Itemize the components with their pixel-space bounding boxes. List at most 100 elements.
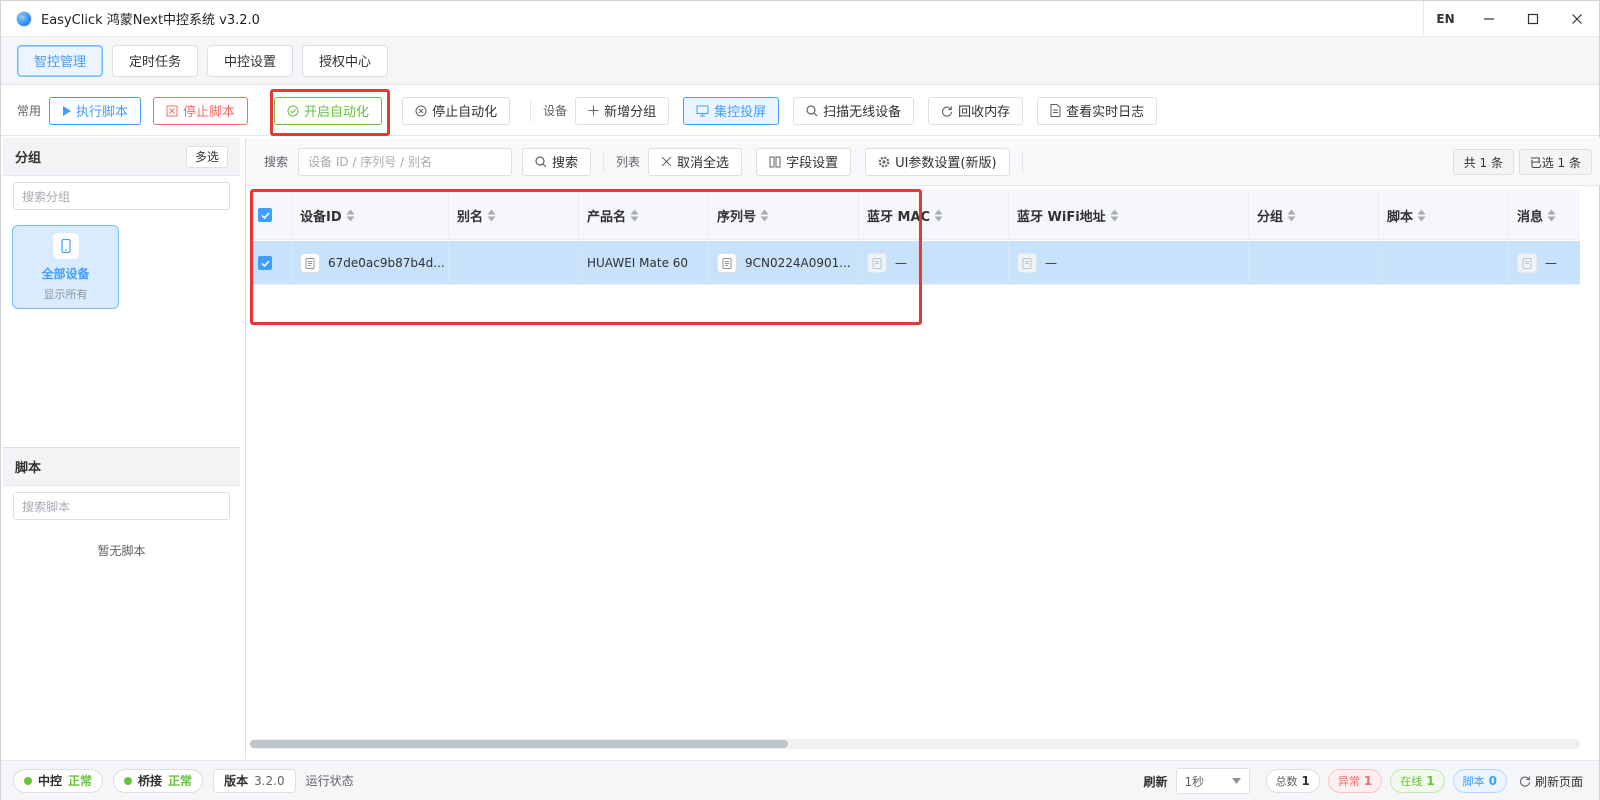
bridge-status-label: 桥接 xyxy=(138,774,163,788)
close-circle-icon xyxy=(415,105,427,116)
group-panel: 分组 多选 搜索分组 全部设备 显示所有 xyxy=(3,138,240,448)
group-panel-title: 分组 xyxy=(15,151,42,166)
column-bluetooth-mac[interactable]: 蓝牙 MAC xyxy=(859,190,1009,240)
online-stat-pill: 在线 1 xyxy=(1390,769,1445,793)
search-button[interactable]: 搜索 xyxy=(522,147,592,176)
minimize-button[interactable] xyxy=(1467,1,1511,37)
close-button[interactable] xyxy=(1555,1,1599,37)
cell-group xyxy=(1249,241,1379,285)
maximize-button[interactable] xyxy=(1511,1,1555,37)
column-serial-number[interactable]: 序列号 xyxy=(709,190,859,240)
column-group[interactable]: 分组 xyxy=(1249,190,1379,240)
run-script-button[interactable]: 执行脚本 xyxy=(49,96,142,125)
scan-wireless-button[interactable]: 扫描无线设备 xyxy=(793,96,915,125)
bridge-status-value: 正常 xyxy=(168,774,193,788)
chevron-down-icon xyxy=(1231,778,1241,784)
language-toggle[interactable]: EN xyxy=(1423,1,1467,37)
total-count-badge: 共 1 条 xyxy=(1452,149,1514,175)
column-bluetooth-wifi[interactable]: 蓝牙 WiFi地址 xyxy=(1009,190,1249,240)
copy-icon[interactable] xyxy=(1517,253,1537,273)
ui-params-button[interactable]: UI参数设置(新版) xyxy=(865,147,1010,176)
bridge-status-pill: 桥接 正常 xyxy=(113,768,204,793)
scrollbar-thumb[interactable] xyxy=(250,740,788,748)
sort-icon xyxy=(1110,209,1119,221)
cell-bluetooth-mac: — xyxy=(859,241,1009,285)
group-screencast-button[interactable]: 集控投屏 xyxy=(683,96,780,125)
column-product-name[interactable]: 产品名 xyxy=(579,190,709,240)
script-panel: 脚本 搜索脚本 暂无脚本 xyxy=(3,448,240,759)
run-script-label: 执行脚本 xyxy=(76,105,129,120)
device-search-input[interactable]: 设备 ID / 序列号 / 别名 xyxy=(298,147,513,176)
group-card-subtitle: 显示所有 xyxy=(43,287,88,301)
column-device-id[interactable]: 设备ID xyxy=(292,190,449,240)
status-right: 刷新 1秒 总数 1 异常 1 在线 1 脚本 0 刷新页面 xyxy=(1144,761,1583,800)
refresh-interval-value: 1秒 xyxy=(1184,774,1205,789)
refresh-page-button[interactable]: 刷新页面 xyxy=(1519,773,1583,790)
add-group-label: 新增分组 xyxy=(604,105,657,120)
tab-smart-control[interactable]: 智控管理 xyxy=(17,44,104,77)
stop-script-button[interactable]: 停止脚本 xyxy=(153,96,249,125)
sort-icon xyxy=(934,209,943,221)
copy-icon[interactable] xyxy=(867,253,887,273)
column-label: 蓝牙 WiFi地址 xyxy=(1017,209,1106,225)
refresh-page-label: 刷新页面 xyxy=(1534,774,1583,789)
ui-params-label: UI参数设置(新版) xyxy=(895,156,997,171)
deselect-all-label: 取消全选 xyxy=(677,156,730,171)
select-all-checkbox[interactable] xyxy=(258,208,272,222)
view-logs-label: 查看实时日志 xyxy=(1066,105,1145,120)
cell-script xyxy=(1379,241,1509,285)
monitor-icon xyxy=(696,105,709,116)
stop-automation-button[interactable]: 停止自动化 xyxy=(402,96,511,125)
selected-count-badge: 已选 1 条 xyxy=(1518,149,1592,175)
script-panel-header: 脚本 xyxy=(3,448,240,486)
stop-square-icon xyxy=(166,105,178,116)
check-icon xyxy=(260,259,270,267)
gear-icon xyxy=(878,156,890,167)
column-label: 产品名 xyxy=(587,209,627,225)
copy-icon[interactable] xyxy=(717,253,737,273)
app-window: EasyClick 鸿蒙Next中控系统 v3.2.0 EN 智控管理 定时任务… xyxy=(0,0,1600,800)
minimize-icon xyxy=(1484,18,1494,20)
refresh-interval-select[interactable]: 1秒 xyxy=(1175,768,1250,794)
message-value: — xyxy=(1545,256,1557,270)
bluetooth-mac-value: — xyxy=(895,256,907,270)
filter-divider-2 xyxy=(1021,150,1023,173)
play-icon xyxy=(63,105,72,116)
tab-scheduled-tasks[interactable]: 定时任务 xyxy=(112,44,199,77)
sidebar: 分组 多选 搜索分组 全部设备 显示所有 脚本 搜索脚本 暂无脚本 xyxy=(3,138,240,759)
field-settings-button[interactable]: 字段设置 xyxy=(756,147,852,176)
tab-control-settings[interactable]: 中控设置 xyxy=(207,44,294,77)
sort-icon xyxy=(1287,209,1296,221)
search-label: 搜索 xyxy=(264,155,289,169)
reclaim-memory-button[interactable]: 回收内存 xyxy=(928,96,1024,125)
total-stat-value: 1 xyxy=(1301,774,1310,788)
product-value: HUAWEI Mate 60 xyxy=(587,256,689,270)
phone-icon xyxy=(52,232,79,259)
column-alias[interactable]: 别名 xyxy=(449,190,579,240)
copy-icon[interactable] xyxy=(1017,253,1037,273)
table-row[interactable]: 67de0ac9b87b4d... HUAWEI Mate 60 9CN0224… xyxy=(250,241,1580,285)
column-script[interactable]: 脚本 xyxy=(1379,190,1509,240)
sort-icon xyxy=(1417,209,1426,221)
column-label: 设备ID xyxy=(300,209,342,225)
group-search-input[interactable]: 搜索分组 xyxy=(13,182,230,210)
row-checkbox[interactable] xyxy=(258,256,272,270)
close-icon xyxy=(1572,14,1582,24)
add-group-button[interactable]: 新增分组 xyxy=(575,96,670,125)
column-label: 脚本 xyxy=(1387,209,1414,225)
view-logs-button[interactable]: 查看实时日志 xyxy=(1037,96,1158,125)
app-logo-icon xyxy=(17,11,31,26)
script-search-input[interactable]: 搜索脚本 xyxy=(13,492,230,520)
copy-icon[interactable] xyxy=(300,253,320,273)
column-message[interactable]: 消息 xyxy=(1509,190,1580,240)
deselect-all-button[interactable]: 取消全选 xyxy=(648,147,743,176)
tab-license-center[interactable]: 授权中心 xyxy=(302,44,389,77)
cell-product-name: HUAWEI Mate 60 xyxy=(579,241,709,285)
start-automation-button[interactable]: 开启自动化 xyxy=(274,96,383,125)
multi-select-button[interactable]: 多选 xyxy=(185,145,228,168)
horizontal-scrollbar[interactable] xyxy=(250,739,1580,749)
stop-script-label: 停止脚本 xyxy=(183,105,236,120)
cell-alias xyxy=(449,241,579,285)
group-card-all-devices[interactable]: 全部设备 显示所有 xyxy=(12,225,119,309)
check-icon xyxy=(260,211,270,219)
